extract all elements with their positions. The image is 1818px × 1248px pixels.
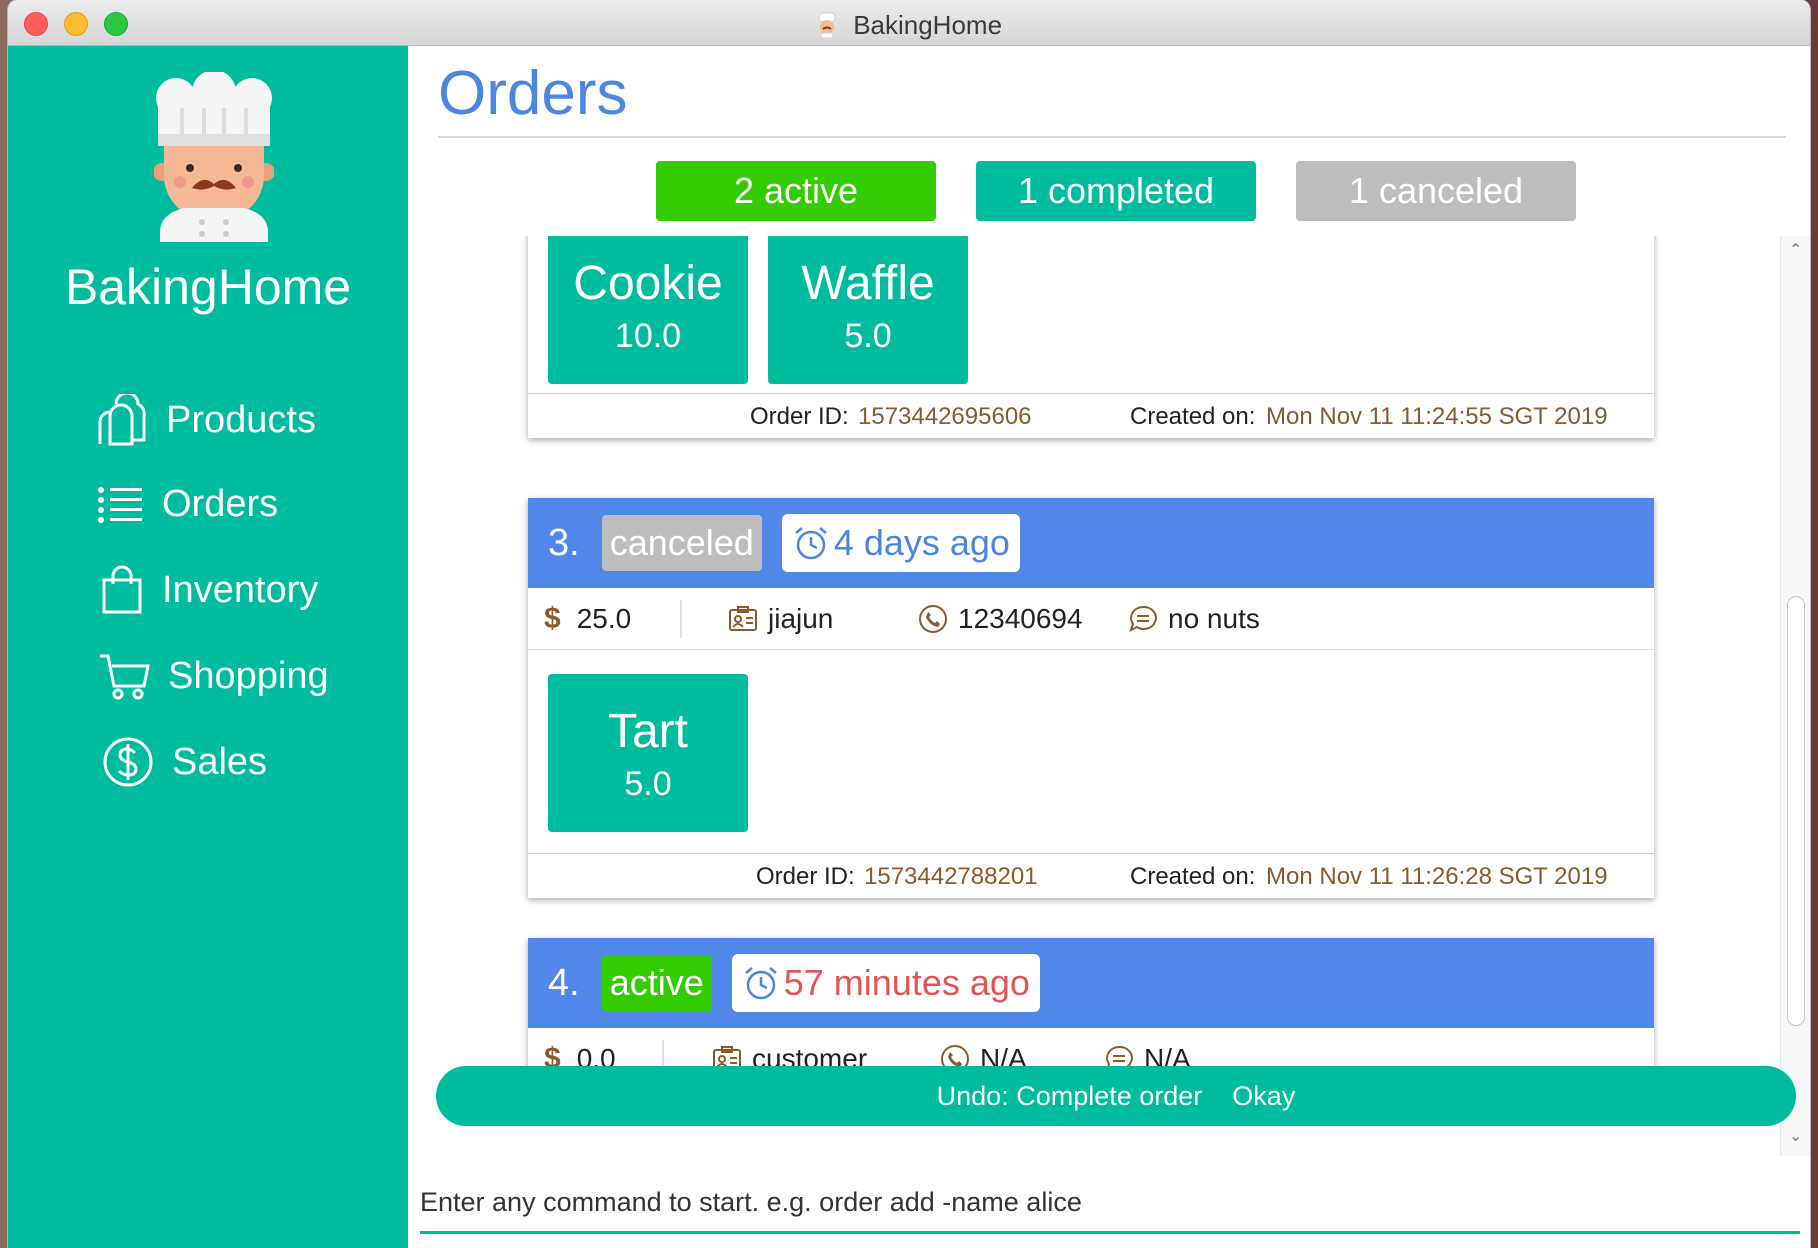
- order-info: $ 25.0 jiajun 12340694 no nuts: [528, 588, 1654, 650]
- item-name: Tart: [607, 705, 688, 758]
- remarks-text: no nuts: [1168, 602, 1260, 634]
- toast-message: Undo: Complete order: [936, 1080, 1203, 1111]
- order-header: 3. canceled 4 days ago: [528, 498, 1654, 588]
- chef-logo-icon: [154, 72, 274, 242]
- sidebar-item-sales[interactable]: Sales: [102, 736, 267, 788]
- item-name: Waffle: [801, 257, 935, 310]
- sidebar-item-label: Products: [166, 398, 316, 441]
- alarm-clock-icon: [744, 967, 777, 1000]
- sidebar-item-products[interactable]: Products: [96, 394, 316, 446]
- time-badge: 57 minutes ago: [731, 954, 1040, 1012]
- title-divider: [438, 136, 1786, 138]
- order-item-tile[interactable]: Tart 5.0: [548, 674, 748, 832]
- order-items: Cookie 10.0 Waffle 5.0: [528, 236, 1654, 394]
- item-price: 5.0: [624, 765, 672, 803]
- bag-icon: [102, 565, 142, 614]
- order-footer: Order ID: 1573442695606 Created on: Mon …: [528, 394, 1654, 438]
- order-index: 4.: [548, 961, 580, 1004]
- page-title: Orders: [438, 59, 628, 128]
- order-item-tile[interactable]: Cookie 10.0: [548, 236, 748, 384]
- order-customer: jiajun: [728, 603, 833, 635]
- order-items: Tart 5.0: [528, 650, 1654, 854]
- time-badge: 4 days ago: [781, 514, 1020, 572]
- status-badge: canceled: [601, 515, 762, 571]
- price-value: 25.0: [576, 602, 632, 634]
- order-item-tile[interactable]: Waffle 5.0: [768, 236, 968, 384]
- sidebar-item-label: Sales: [172, 740, 268, 783]
- sidebar-item-shopping[interactable]: Shopping: [98, 650, 329, 702]
- item-price: 5.0: [844, 317, 892, 355]
- cart-icon: [100, 654, 150, 700]
- order-remarks: no nuts: [1128, 603, 1260, 635]
- scroll-thumb[interactable]: [1787, 596, 1805, 1026]
- order-id-value: 1573442788201: [864, 863, 1038, 890]
- brand-name: BakingHome: [64, 259, 352, 315]
- customer-name: jiajun: [768, 602, 834, 634]
- undo-toast: Undo: Complete order Okay: [436, 1066, 1796, 1126]
- time-ago: 4 days ago: [833, 522, 1010, 563]
- sidebar-item-label: Shopping: [168, 654, 329, 697]
- title-bar: BakingHome: [8, 0, 1810, 46]
- main-panel: Orders 2 active 1 completed 1 canceled C…: [408, 46, 1810, 1248]
- dollar-sign-icon: $: [544, 601, 561, 635]
- comment-icon: [1129, 605, 1157, 632]
- app-window: BakingHome BakingHome Products Orders In…: [8, 0, 1810, 1248]
- window-title: BakingHome: [853, 10, 1003, 40]
- order-list-scrollbar[interactable]: ⌃ ⌄: [1780, 236, 1810, 1156]
- created-value: Mon Nov 11 11:24:55 SGT 2019: [1266, 403, 1608, 430]
- contact-card-icon: [729, 605, 757, 631]
- created-label: Created on:: [1130, 863, 1256, 890]
- sidebar-item-inventory[interactable]: Inventory: [100, 564, 318, 616]
- alarm-clock-icon: [795, 527, 827, 560]
- order-card: 3. canceled 4 days ago $ 25.0 jiajun 123…: [528, 498, 1654, 898]
- item-price: 10.0: [614, 317, 682, 355]
- order-id-label: Order ID:: [756, 863, 855, 890]
- command-input[interactable]: [420, 1174, 1800, 1234]
- time-ago: 57 minutes ago: [783, 962, 1030, 1003]
- info-divider: [680, 600, 682, 638]
- scroll-down-icon[interactable]: ⌄: [1789, 1126, 1802, 1146]
- canceled-count-button[interactable]: 1 canceled: [1296, 161, 1576, 221]
- order-card: Cookie 10.0 Waffle 5.0 Order ID: 1573442…: [528, 236, 1654, 438]
- order-header: 4. active 57 minutes ago: [528, 938, 1654, 1028]
- sidebar: BakingHome Products Orders Inventory Sho…: [8, 46, 408, 1248]
- scroll-up-icon[interactable]: ⌃: [1789, 240, 1802, 260]
- sidebar-item-label: Orders: [162, 482, 279, 525]
- completed-count-button[interactable]: 1 completed: [976, 161, 1256, 221]
- item-name: Cookie: [573, 257, 723, 310]
- created-value: Mon Nov 11 11:26:28 SGT 2019: [1266, 863, 1608, 890]
- dollar-icon: [103, 737, 153, 787]
- created-label: Created on:: [1130, 403, 1256, 430]
- active-count-button[interactable]: 2 active: [656, 161, 936, 221]
- window-title-area: BakingHome: [8, 10, 1810, 41]
- order-footer: Order ID: 1573442788201 Created on: Mon …: [528, 854, 1654, 898]
- bread-icon: [98, 394, 146, 446]
- okay-button[interactable]: Okay: [1232, 1081, 1295, 1112]
- list-icon: [98, 487, 142, 523]
- order-id-value: 1573442695606: [858, 403, 1032, 430]
- sidebar-item-orders[interactable]: Orders: [96, 480, 278, 528]
- status-badge: active: [601, 955, 712, 1011]
- order-index: 3.: [548, 521, 580, 564]
- phone-icon: [919, 604, 947, 633]
- order-price: $ 25.0: [544, 602, 631, 636]
- order-list[interactable]: Cookie 10.0 Waffle 5.0 Order ID: 1573442…: [408, 236, 1780, 1156]
- phone-number: 12340694: [958, 602, 1083, 634]
- order-phone: 12340694: [918, 603, 1083, 635]
- order-id-label: Order ID:: [750, 403, 849, 430]
- app-icon: [818, 12, 836, 38]
- sidebar-item-label: Inventory: [162, 568, 319, 611]
